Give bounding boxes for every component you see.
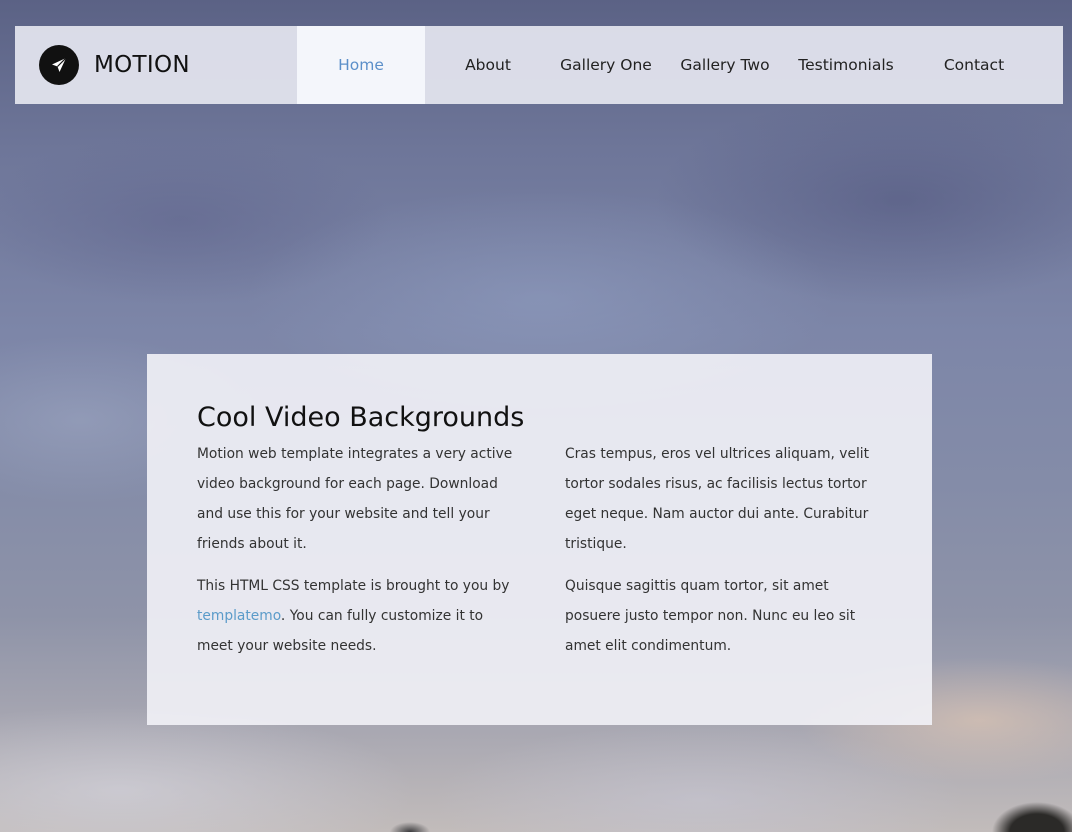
- paper-plane-icon: [39, 45, 79, 85]
- brand[interactable]: MOTION: [15, 26, 273, 104]
- paper-plane-glyph: [52, 57, 67, 72]
- brand-name: MOTION: [94, 52, 190, 78]
- left-column: Motion web template integrates a very ac…: [197, 439, 513, 673]
- left-paragraph-2-start: This HTML CSS template is brought to you…: [197, 578, 510, 594]
- left-paragraph-2: This HTML CSS template is brought to you…: [197, 571, 513, 661]
- content-columns: Motion web template integrates a very ac…: [197, 439, 882, 673]
- nav-item-gallery-two[interactable]: Gallery Two: [661, 26, 789, 104]
- nav-menu: Home About Gallery One Gallery Two Testi…: [273, 26, 1045, 104]
- foliage-silhouette: [390, 820, 430, 832]
- nav-item-testimonials[interactable]: Testimonials: [789, 26, 903, 104]
- nav-item-contact[interactable]: Contact: [903, 26, 1045, 104]
- left-paragraph-1: Motion web template integrates a very ac…: [197, 446, 513, 552]
- right-column: Cras tempus, eros vel ultrices aliquam, …: [565, 439, 881, 673]
- content-panel: Cool Video Backgrounds Motion web templa…: [147, 354, 932, 725]
- top-navbar: MOTION Home About Gallery One Gallery Tw…: [15, 26, 1063, 104]
- page-title: Cool Video Backgrounds: [197, 402, 525, 433]
- nav-item-gallery-one[interactable]: Gallery One: [551, 26, 661, 104]
- right-paragraph-2: Quisque sagittis quam tortor, sit amet p…: [565, 578, 856, 654]
- nav-item-home[interactable]: Home: [297, 26, 425, 104]
- nav-item-about[interactable]: About: [425, 26, 551, 104]
- right-paragraph-1: Cras tempus, eros vel ultrices aliquam, …: [565, 446, 870, 552]
- tree-silhouette: [982, 792, 1072, 832]
- templatemo-link[interactable]: templatemo: [197, 608, 281, 624]
